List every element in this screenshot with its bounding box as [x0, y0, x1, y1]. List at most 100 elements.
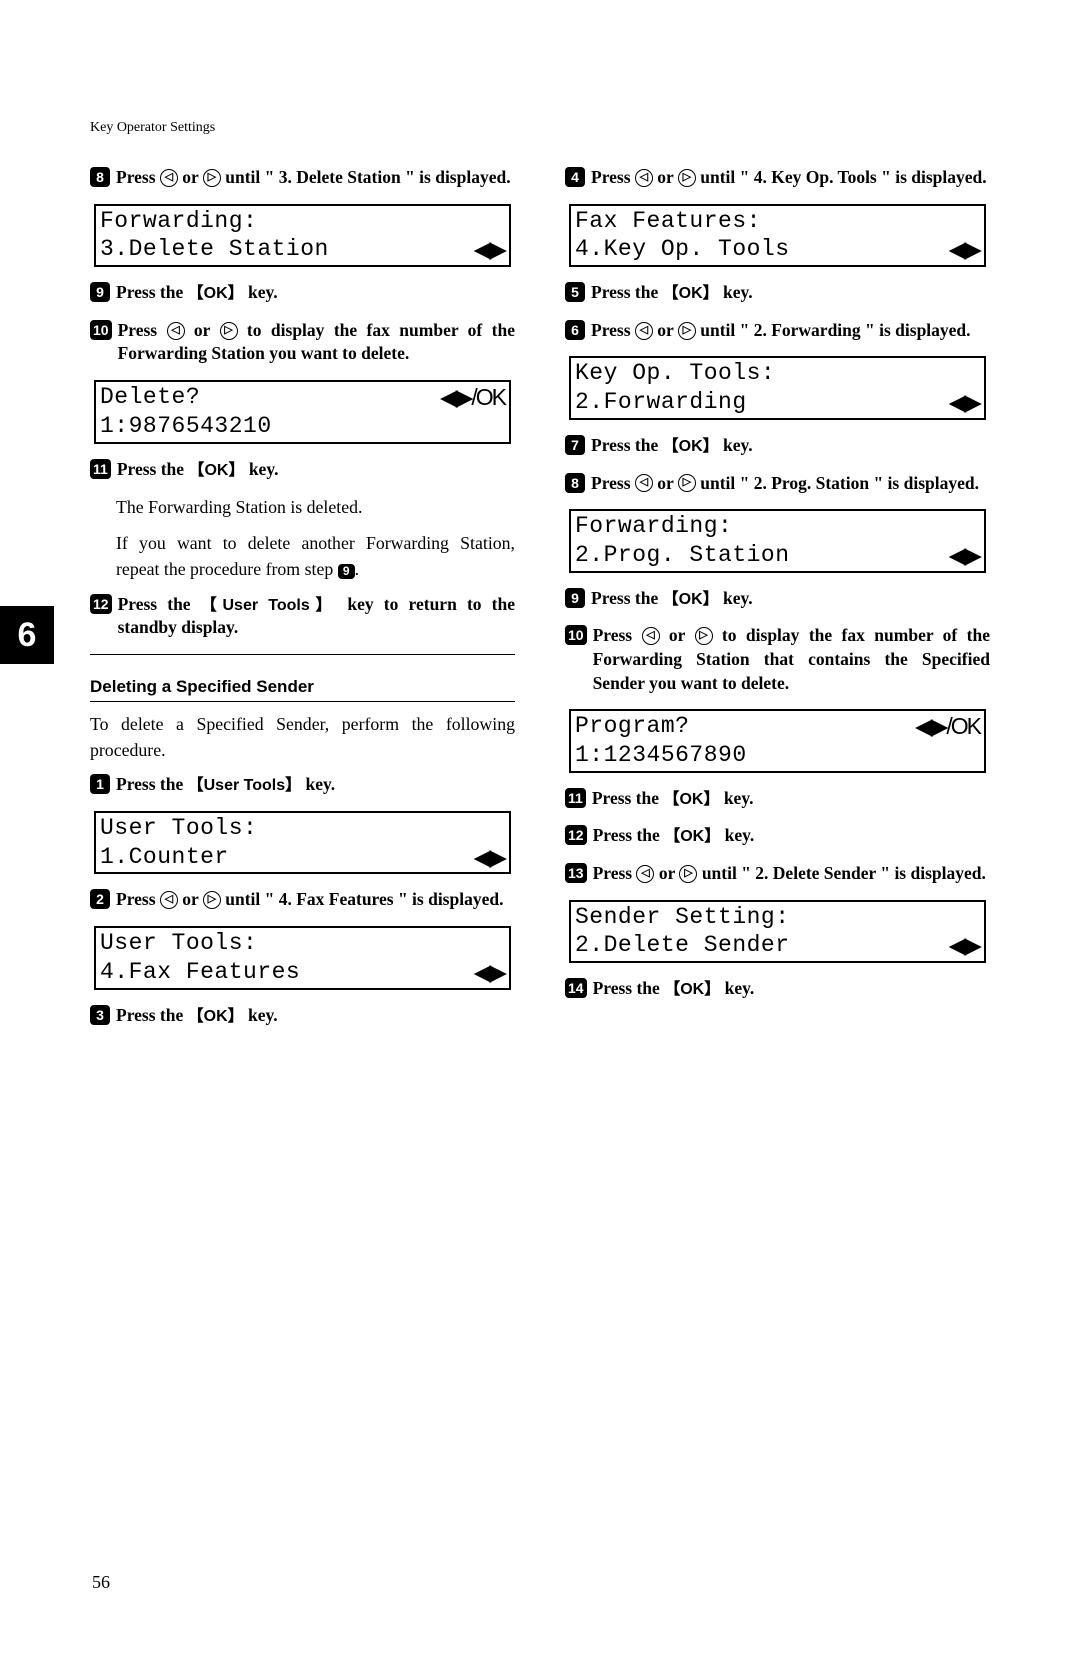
left-arrow-key-icon: ◁ [167, 322, 185, 340]
lcd-display: User Tools: 1.Counter◀▶ [94, 811, 511, 875]
t: or [660, 625, 695, 645]
t: Press the [116, 282, 188, 302]
t: Press [593, 625, 642, 645]
lcd-display: Program?◀▶/OK 1:1234567890 [569, 709, 986, 773]
step-text: Press ◁ or ▷ until " 2. Forwarding " is … [591, 319, 990, 343]
step-badge-1: 1 [90, 774, 110, 794]
inline-step-ref-icon: 9 [338, 564, 355, 579]
lcd-line: Fax Features: [575, 207, 761, 236]
t: until " 4. Key Op. Tools " is displayed. [696, 167, 987, 187]
t: until " 4. Fax Features " is displayed. [221, 889, 504, 909]
ok-key: OK [663, 438, 719, 455]
t: Press [593, 863, 637, 883]
t: or [178, 889, 203, 909]
t: key. [720, 825, 754, 845]
step-badge-10: 10 [90, 320, 112, 340]
t: Press [118, 320, 167, 340]
right-arrow-key-icon: ▷ [678, 169, 696, 187]
t: key. [719, 788, 753, 808]
lcd-line: Key Op. Tools: [575, 359, 775, 388]
lcd-display: Delete?◀▶/OK 1:9876543210 [94, 380, 511, 444]
lcd-arrows-icon: ◀▶/OK [915, 712, 980, 741]
right-column: 4 Press ◁ or ▷ until " 4. Key Op. Tools … [565, 166, 990, 1041]
lcd-line: Program? [575, 712, 689, 741]
t: Press [591, 167, 635, 187]
lcd-display: Sender Setting: 2.Delete Sender ◀▶ [569, 900, 986, 964]
lcd-arrows-icon: ◀▶ [474, 843, 505, 872]
body-text: To delete a Specified Sender, perform th… [90, 712, 515, 764]
t: Press the [593, 825, 665, 845]
lcd-line: 2.Prog. Station [575, 541, 790, 570]
step-text: Press ◁ or ▷ until " 4. Key Op. Tools " … [591, 166, 990, 190]
t: Press the [593, 978, 665, 998]
subheading: Deleting a Specified Sender [90, 677, 515, 702]
step-text: Press the OK key. [591, 434, 990, 458]
lcd-arrows-icon: ◀▶ [949, 931, 980, 960]
right-arrow-key-icon: ▷ [678, 474, 696, 492]
step-text: Press the OK key. [593, 824, 990, 848]
right-arrow-key-icon: ▷ [695, 627, 713, 645]
left-arrow-key-icon: ◁ [160, 169, 178, 187]
lcd-line: 2.Delete Sender [575, 931, 790, 960]
lcd-line: 1:9876543210 [100, 412, 272, 441]
step-text: Press ◁ or ▷ until " 4. Fax Features " i… [116, 888, 515, 912]
step-text: Press the OK key. [116, 1004, 515, 1028]
left-arrow-key-icon: ◁ [642, 627, 660, 645]
t: or [653, 473, 678, 493]
t: Press [116, 167, 160, 187]
ok-key: OK [664, 981, 720, 998]
left-arrow-key-icon: ◁ [635, 474, 653, 492]
right-arrow-key-icon: ▷ [203, 891, 221, 909]
lcd-arrows-icon: ◀▶ [949, 235, 980, 264]
step-badge-14: 14 [565, 978, 587, 998]
t: If you want to delete another Forwarding… [116, 533, 515, 579]
user-tools-key: User Tools [188, 777, 302, 794]
t: Press the [117, 459, 189, 479]
step-text: Press the OK key. [592, 787, 990, 811]
lcd-line: User Tools: [100, 929, 257, 958]
step-text: Press ◁ or ▷ until " 2. Prog. Station " … [591, 472, 990, 496]
left-arrow-key-icon: ◁ [635, 169, 653, 187]
lcd-display: Key Op. Tools: 2.Forwarding◀▶ [569, 356, 986, 420]
step-text: Press the OK key. [591, 587, 990, 611]
left-arrow-key-icon: ◁ [635, 322, 653, 340]
step-badge-12: 12 [565, 825, 587, 845]
lcd-line: Forwarding: [100, 207, 257, 236]
step-badge-9: 9 [90, 282, 110, 302]
user-tools-key: User Tools [201, 597, 338, 614]
ok-key: OK [188, 1008, 244, 1025]
step-text: Press the OK key. [116, 281, 515, 305]
ok-key: OK [188, 462, 244, 479]
right-arrow-key-icon: ▷ [678, 322, 696, 340]
ok-key: OK [188, 285, 244, 302]
lcd-display: Forwarding: 2.Prog. Station◀▶ [569, 509, 986, 573]
lcd-display: User Tools: 4.Fax Features◀▶ [94, 926, 511, 990]
step-badge-13: 13 [565, 863, 587, 883]
ok-key: OK [663, 791, 719, 808]
left-arrow-key-icon: ◁ [160, 891, 178, 909]
t: key. [301, 774, 335, 794]
t: until " 2. Prog. Station " is displayed. [696, 473, 979, 493]
ok-key: OK [663, 285, 719, 302]
step-text: Press the User Tools key. [116, 773, 515, 797]
t: Press the [591, 282, 663, 302]
t: Press [591, 320, 635, 340]
step-badge-7: 7 [565, 435, 585, 455]
t: key. [244, 459, 278, 479]
step-text: Press the User Tools key to return to th… [118, 593, 515, 640]
lcd-display: Forwarding: 3.Delete Station◀▶ [94, 204, 511, 268]
t: key. [719, 282, 753, 302]
step-text: Press ◁ or ▷ to display the fax number o… [118, 319, 515, 366]
lcd-arrows-icon: ◀▶ [949, 541, 980, 570]
step-text: Press the OK key. [117, 458, 515, 482]
lcd-line: Sender Setting: [575, 903, 790, 932]
lcd-arrows-icon: ◀▶ [474, 958, 505, 987]
lcd-line: Delete? [100, 383, 200, 412]
lcd-arrows-icon: ◀▶ [474, 235, 505, 264]
lcd-line: 2.Forwarding [575, 388, 747, 417]
body-text: The Forwarding Station is deleted. [116, 495, 515, 521]
t: or [185, 320, 220, 340]
page-header: Key Operator Settings [90, 120, 990, 136]
t: until " 2. Forwarding " is displayed. [696, 320, 971, 340]
step-badge-3: 3 [90, 1005, 110, 1025]
